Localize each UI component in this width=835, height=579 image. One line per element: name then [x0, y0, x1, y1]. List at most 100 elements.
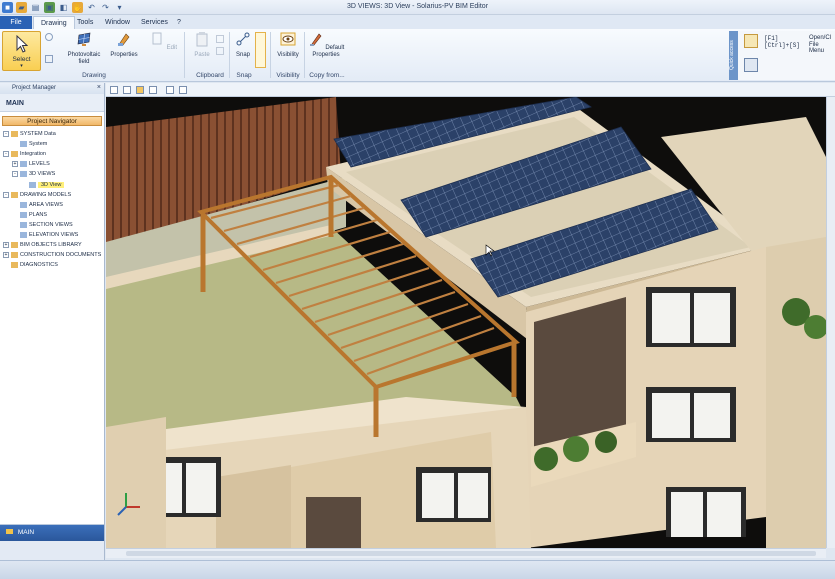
horizontal-scrollbar[interactable] — [106, 548, 826, 558]
tree-item-label: SYSTEM Data — [20, 131, 56, 137]
tree-item-label: PLANS — [29, 211, 48, 218]
close-icon[interactable]: × — [97, 84, 101, 91]
visibility-button[interactable]: Visibility — [273, 31, 303, 59]
edit-button[interactable]: Edit — [148, 31, 178, 52]
tree-item[interactable]: PLANS — [12, 210, 47, 220]
select-label: Select — [12, 56, 31, 63]
tab-window[interactable]: Window — [98, 16, 137, 29]
help-search-icon[interactable] — [744, 58, 758, 72]
ribbon-separator — [184, 32, 185, 78]
project-tree: - SYSTEM Data System - Integration + LEVELS -3D… — [0, 129, 104, 509]
zoom-in-icon[interactable] — [166, 86, 174, 94]
tree-item-label: ELEVATION VIEWS — [29, 232, 79, 238]
ribbon-separator — [270, 32, 271, 78]
ribbon: Select ▾ Photovoltaic field Properties E… — [0, 29, 835, 82]
expand-toggle-icon[interactable]: + — [3, 242, 9, 249]
tree-item[interactable]: DIAGNOSTICS — [3, 260, 58, 270]
shortcut-ctrl-s: [Ctrl]+[S] — [764, 42, 801, 49]
tree-item-label: LEVELS — [29, 161, 50, 168]
default-properties-button[interactable]: Default Properties — [306, 31, 346, 59]
vertical-scrollbar[interactable] — [826, 97, 835, 548]
window-title: 3D VIEWS: 3D View - Solarius-PV BIM Edit… — [346, 3, 489, 10]
tab-help[interactable]: ? — [170, 16, 188, 29]
tree-node-icon — [20, 232, 27, 238]
status-bar — [0, 560, 835, 579]
orbit-icon[interactable] — [149, 86, 157, 94]
tree-node-icon — [11, 242, 18, 249]
visibility-label: Visibility — [277, 52, 299, 58]
tree-item[interactable]: - DRAWING MODELS — [3, 190, 71, 200]
tree-item[interactable]: System — [12, 139, 47, 149]
cut-icon[interactable] — [216, 35, 224, 43]
expand-toggle-icon[interactable]: - — [3, 131, 9, 137]
copy-icon[interactable] — [216, 47, 224, 55]
tree-node-icon — [29, 181, 36, 188]
help-icon[interactable] — [744, 34, 758, 48]
select-button[interactable]: Select ▾ — [2, 31, 41, 71]
viewport-toolbar — [106, 83, 835, 97]
edit-label: Edit — [166, 45, 177, 51]
tree-node-icon — [20, 211, 27, 218]
snap-label: Snap — [235, 52, 250, 58]
tree-item[interactable]: - SYSTEM Data — [3, 129, 56, 139]
tree-item[interactable]: + BIM OBJECTS LIBRARY — [3, 240, 82, 250]
paste-button[interactable]: Paste — [190, 31, 214, 59]
tab-file[interactable]: File — [0, 16, 32, 29]
3d-viewport[interactable] — [106, 97, 826, 548]
expand-toggle-icon[interactable]: - — [3, 151, 9, 158]
paste-label: Paste — [194, 52, 210, 58]
tree-item[interactable]: AREA VIEWS — [12, 200, 63, 210]
tree-item[interactable]: - 3D VIEWS — [12, 169, 55, 179]
pan-icon[interactable] — [136, 86, 144, 94]
group-visibility: Visibility — [276, 72, 300, 79]
expand-toggle-icon[interactable]: + — [12, 161, 18, 168]
tree-node-icon — [20, 141, 27, 148]
tree-item[interactable]: + LEVELS — [12, 159, 50, 169]
project-manager-header: Project Manager × — [0, 83, 104, 94]
tree-item-label: CONSTRUCTION DOCUMENTS — [20, 252, 102, 259]
tree-item-label: System — [29, 141, 48, 148]
tree-node-icon — [11, 191, 18, 198]
tab-drawing[interactable]: Drawing — [33, 16, 75, 29]
tree-node-icon — [20, 171, 27, 178]
deselect-icon[interactable] — [45, 55, 53, 63]
expand-toggle-icon[interactable]: - — [12, 171, 18, 178]
snap-button[interactable]: Snap — [232, 31, 254, 59]
project-navigator-title[interactable]: Project Navigator — [2, 116, 102, 126]
tree-item[interactable]: - Integration — [3, 149, 46, 159]
default-properties-icon — [309, 33, 322, 46]
ribbon-separator — [304, 32, 305, 78]
expand-toggle-icon[interactable]: - — [3, 191, 9, 198]
shortcut-f1: [F1] — [764, 35, 779, 42]
building-3d-render[interactable] — [106, 97, 826, 548]
help-text-2: File Menu — [809, 42, 825, 54]
tree-item[interactable]: + CONSTRUCTION DOCUMENTS — [3, 250, 101, 260]
tree-item-label: DIAGNOSTICS — [20, 262, 58, 269]
photovoltaic-field-label: Photovoltaic field — [67, 52, 101, 65]
folder-icon — [6, 529, 13, 534]
tree-item-label: 3D VIEWS — [29, 171, 56, 178]
tree-item[interactable]: ELEVATION VIEWS — [12, 230, 78, 240]
zoom-out-icon[interactable] — [179, 86, 187, 94]
scroll-thumb[interactable] — [126, 551, 816, 556]
properties-button[interactable]: Properties — [106, 31, 142, 59]
tab-services[interactable]: Services — [134, 16, 175, 29]
zoom-window-icon[interactable] — [123, 86, 131, 94]
properties-icon — [118, 33, 130, 46]
expand-toggle-icon[interactable]: + — [3, 252, 9, 259]
quick-access-strip[interactable]: Quick access — [729, 31, 738, 80]
tree-item[interactable]: 3D View — [21, 180, 65, 190]
tree-item[interactable]: SECTION VIEWS — [12, 220, 73, 230]
tree-node-icon — [11, 151, 18, 158]
eye-icon — [280, 32, 296, 46]
tab-tools[interactable]: Tools — [70, 16, 100, 29]
main-footer-tab[interactable]: MAIN — [0, 525, 104, 541]
snap-options-icon[interactable] — [255, 32, 266, 68]
lasso-icon[interactable] — [45, 33, 53, 41]
zoom-extents-icon[interactable] — [110, 86, 118, 94]
photovoltaic-field-button[interactable]: Photovoltaic field — [64, 31, 104, 66]
properties-label: Properties — [110, 52, 138, 58]
tree-node-icon — [11, 262, 18, 269]
group-copy-from: Copy from... — [309, 72, 345, 79]
tree-node-icon — [11, 252, 18, 259]
